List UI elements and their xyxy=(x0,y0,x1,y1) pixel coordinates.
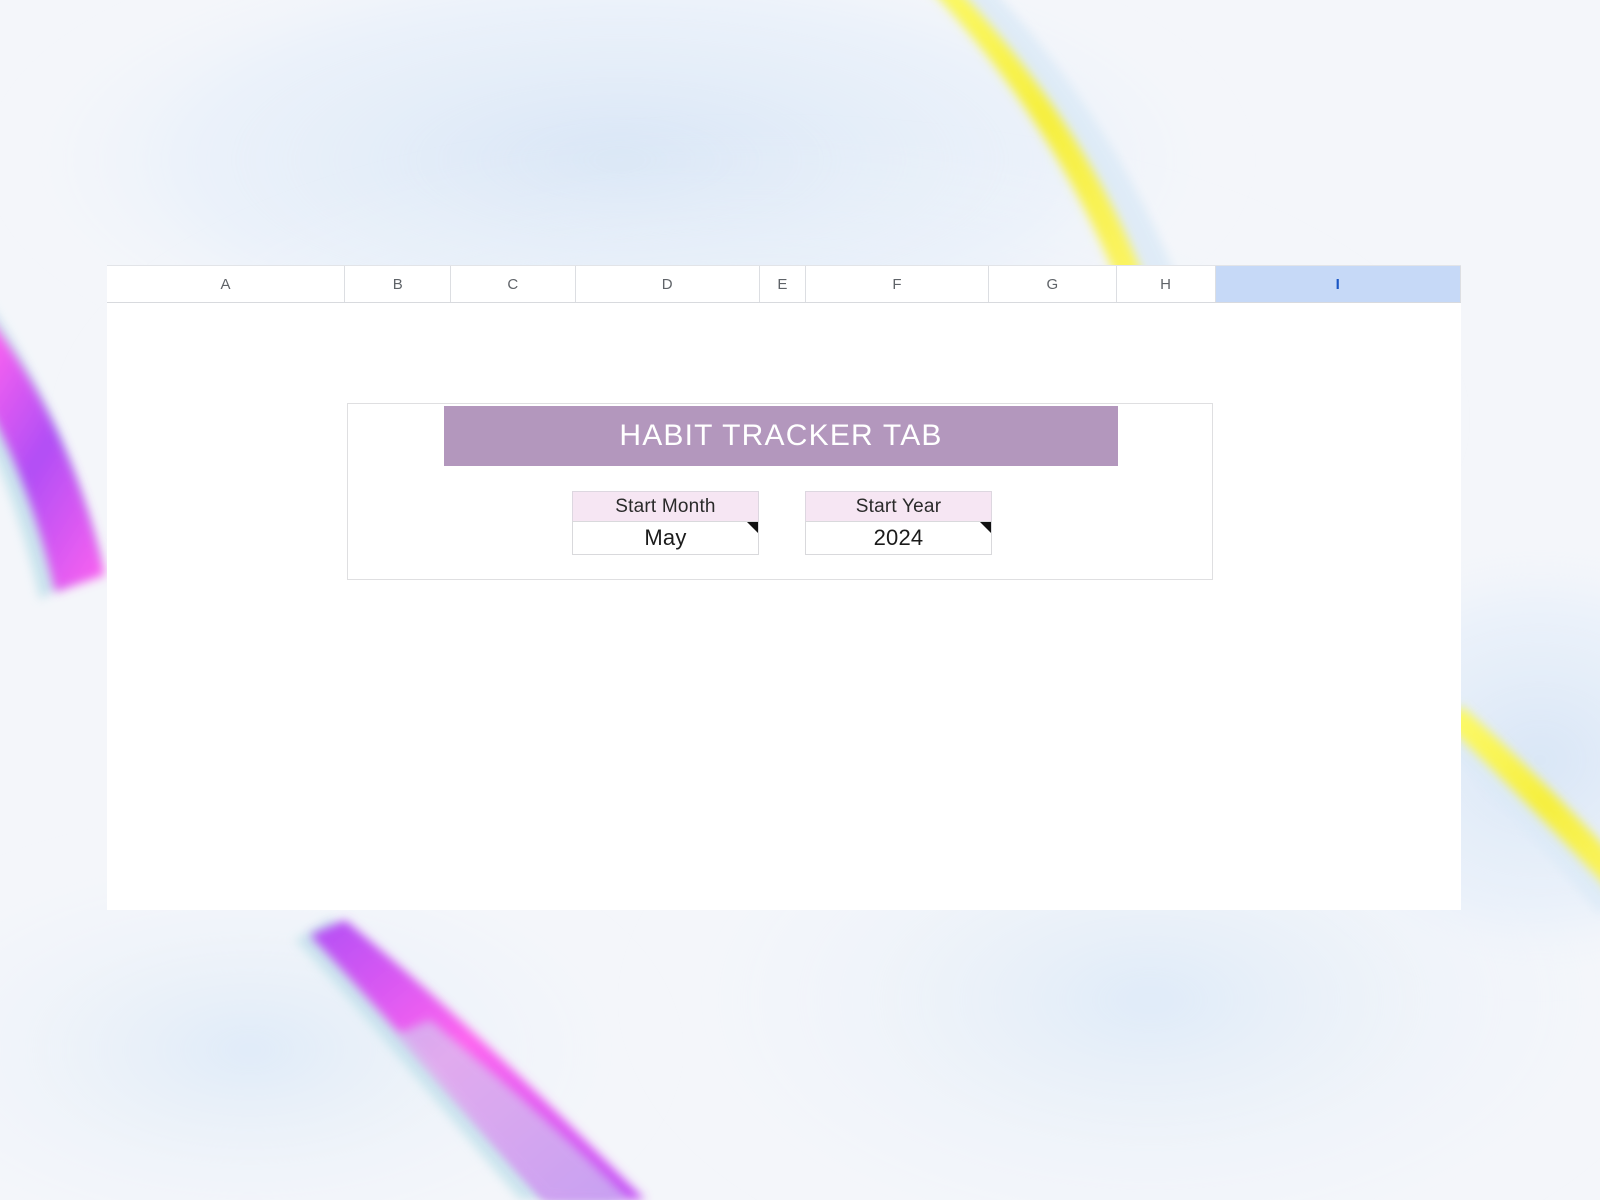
column-header-b[interactable]: B xyxy=(345,266,452,302)
start-year-label: Start Year xyxy=(805,491,992,521)
start-year-field-group: Start Year 2024 xyxy=(805,491,992,555)
column-header-d[interactable]: D xyxy=(575,266,761,302)
habit-tracker-card: HABIT TRACKER TAB Start Month May Start … xyxy=(347,403,1213,580)
column-header-h[interactable]: H xyxy=(1116,266,1216,302)
column-header-a[interactable]: A xyxy=(107,266,346,302)
start-month-field-group: Start Month May xyxy=(572,491,759,555)
column-header-c[interactable]: C xyxy=(451,266,576,302)
column-header-i[interactable]: I xyxy=(1215,266,1461,302)
spreadsheet-window: ABCDEFGHI HABIT TRACKER TAB Start Month … xyxy=(107,265,1461,910)
page-title: HABIT TRACKER TAB xyxy=(619,419,943,452)
dropdown-caret-icon[interactable] xyxy=(980,522,991,533)
habit-tracker-title-banner: HABIT TRACKER TAB xyxy=(444,406,1118,466)
dropdown-caret-icon[interactable] xyxy=(747,522,758,533)
start-year-value: 2024 xyxy=(873,525,924,550)
column-header-row: ABCDEFGHI xyxy=(107,265,1461,303)
start-month-dropdown[interactable]: May xyxy=(572,521,759,555)
start-month-label: Start Month xyxy=(572,491,759,521)
start-year-dropdown[interactable]: 2024 xyxy=(805,521,992,555)
column-header-f[interactable]: F xyxy=(805,266,990,302)
column-header-e[interactable]: E xyxy=(760,266,806,302)
column-header-g[interactable]: G xyxy=(989,266,1117,302)
start-month-value: May xyxy=(644,525,687,550)
grid-body[interactable]: HABIT TRACKER TAB Start Month May Start … xyxy=(107,303,1461,910)
